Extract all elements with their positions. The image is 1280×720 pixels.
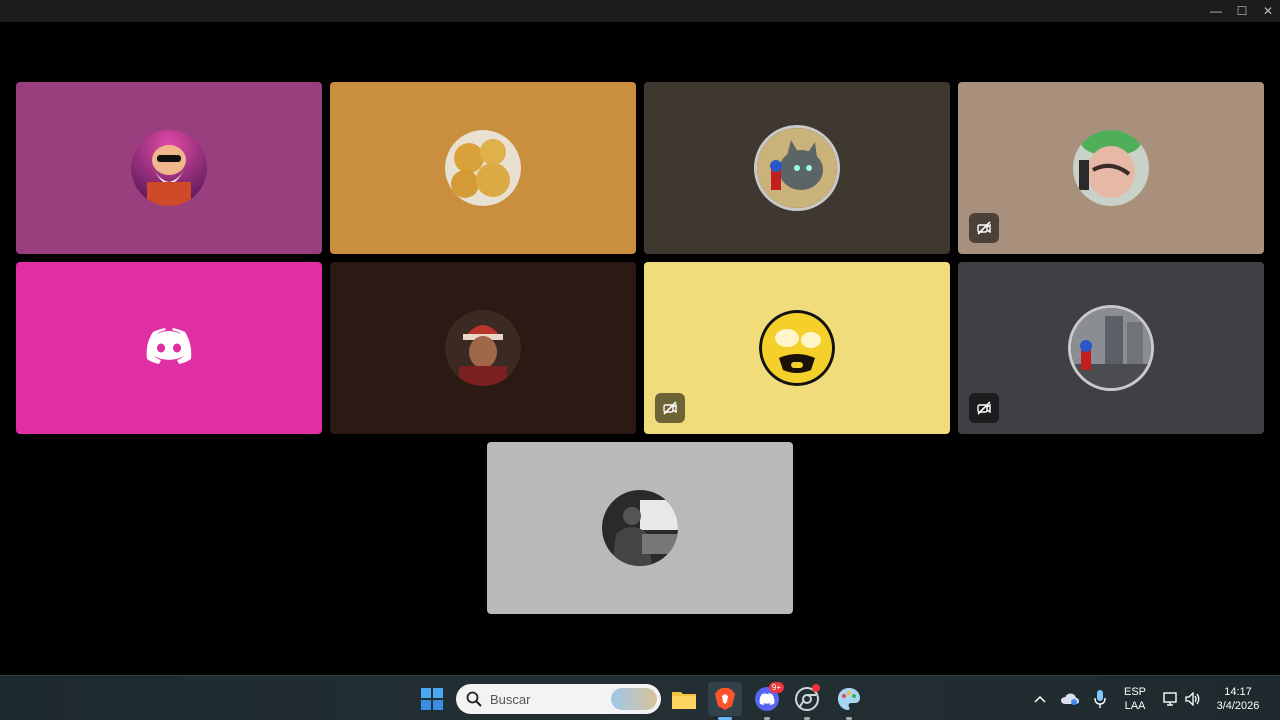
discord-icon[interactable]: 9+	[750, 682, 784, 720]
bread-rolls-avatar	[445, 130, 521, 206]
cat-with-mario-figure-avatar	[754, 125, 840, 211]
discord-default-avatar	[145, 327, 193, 369]
maximize-button[interactable]: ☐	[1229, 0, 1255, 22]
file-explorer-icon[interactable]	[667, 682, 701, 716]
participant-tile-6[interactable]	[330, 262, 636, 434]
camera-off-icon	[655, 393, 685, 423]
keyboard-layout-code: LAA	[1124, 700, 1146, 712]
volume-icon[interactable]	[1182, 682, 1204, 716]
old-man-sunglasses-avatar	[131, 130, 207, 206]
person-red-beanie-avatar	[445, 310, 521, 386]
windows-taskbar: Buscar 9+ ESP LAA 14:17 3/4/2026	[0, 675, 1280, 720]
notification-badge: 9+	[768, 682, 784, 693]
camera-off-icon	[969, 213, 999, 243]
yellow-face-glasses-avatar	[759, 310, 835, 386]
search-placeholder: Buscar	[490, 691, 531, 707]
participant-tile-1[interactable]	[16, 82, 322, 254]
network-icon[interactable]	[1160, 682, 1182, 716]
voice-call-stage	[0, 22, 1280, 675]
participant-tile-3[interactable]	[644, 82, 950, 254]
paint-icon[interactable]	[832, 682, 866, 720]
language-code: ESP	[1123, 686, 1146, 698]
onedrive-cloud-icon[interactable]	[1058, 682, 1082, 716]
search-icon	[466, 691, 482, 707]
microphone-icon[interactable]	[1088, 682, 1112, 716]
search-highlight-image	[611, 688, 657, 710]
show-hidden-icons-chevron-icon[interactable]	[1028, 682, 1052, 716]
person-green-cap-avatar	[1073, 130, 1149, 206]
chrome-icon[interactable]	[790, 682, 824, 720]
search-bar[interactable]: Buscar	[456, 684, 661, 714]
notification-dot	[812, 684, 820, 692]
clock-date: 3/4/2026	[1216, 700, 1260, 712]
brave-browser-icon[interactable]	[708, 682, 742, 720]
participant-tile-2[interactable]	[330, 82, 636, 254]
street-with-mario-figure-avatar	[1068, 305, 1154, 391]
participant-tile-8[interactable]	[958, 262, 1264, 434]
start-icon[interactable]	[415, 682, 449, 716]
window-titlebar: — ☐ ✕	[0, 0, 1280, 22]
participant-tile-7[interactable]	[644, 262, 950, 434]
clock[interactable]: 14:17 3/4/2026	[1210, 685, 1266, 713]
language-indicator[interactable]: ESP LAA	[1118, 685, 1152, 713]
participant-tile-9[interactable]	[487, 442, 793, 614]
minimize-button[interactable]: —	[1203, 0, 1229, 22]
clock-time: 14:17	[1224, 686, 1252, 698]
close-button[interactable]: ✕	[1255, 0, 1280, 22]
bw-person-photo-avatar	[602, 490, 678, 566]
camera-off-icon	[969, 393, 999, 423]
participant-tile-5[interactable]	[16, 262, 322, 434]
participant-tile-4[interactable]	[958, 82, 1264, 254]
